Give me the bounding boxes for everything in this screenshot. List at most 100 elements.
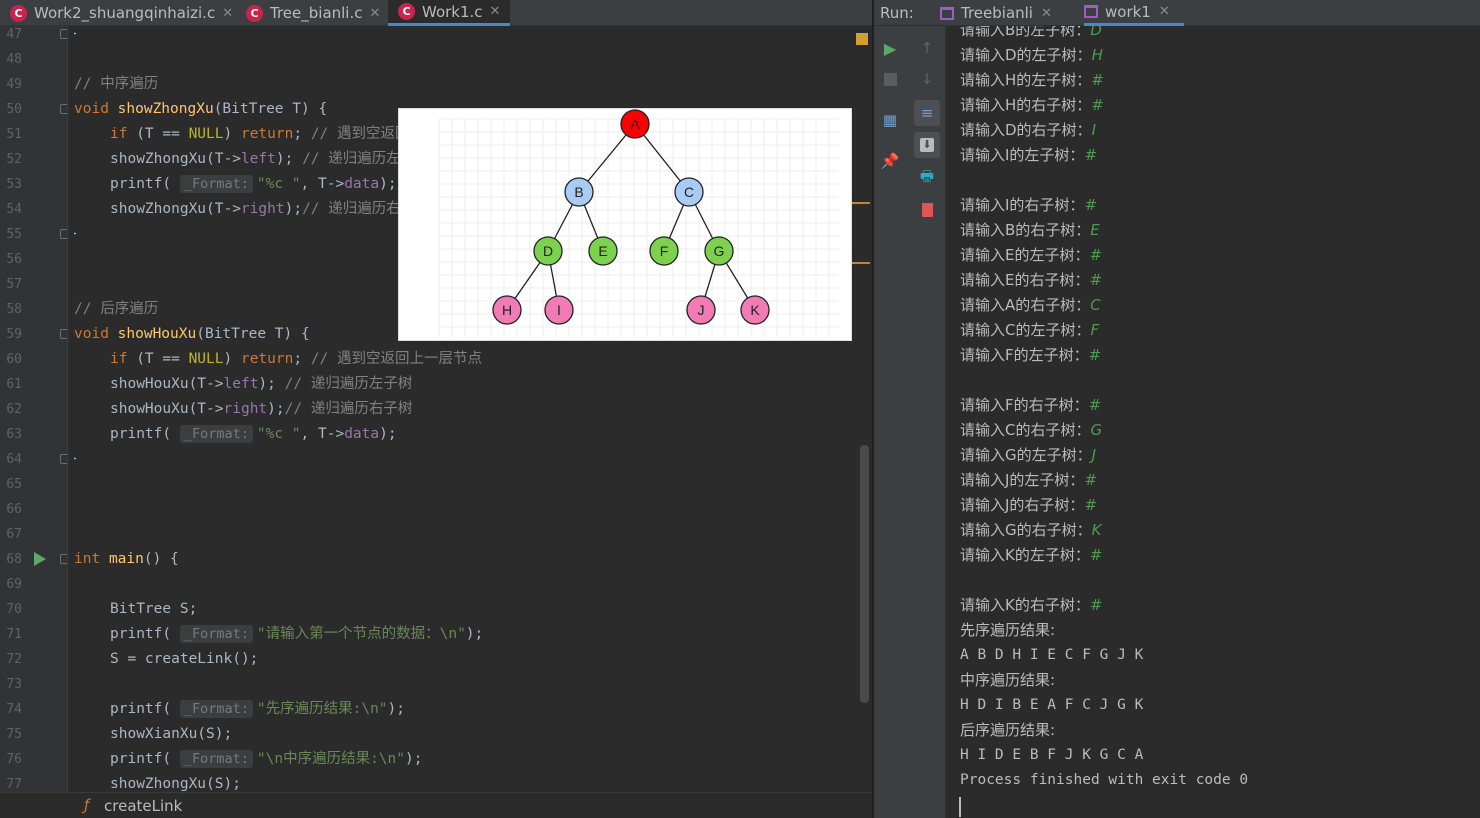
console-user-input: F xyxy=(1090,321,1100,339)
console-line: 请输入B的左子树：D xyxy=(960,26,1102,43)
close-icon[interactable]: ✕ xyxy=(370,6,381,21)
pin-icon[interactable]: 📌 xyxy=(877,148,903,174)
console-line: H D I B E A F C J G K xyxy=(960,693,1143,718)
close-icon[interactable]: ✕ xyxy=(490,4,501,19)
warning-marker[interactable] xyxy=(852,262,870,264)
warning-marker[interactable] xyxy=(852,202,870,204)
code-editor[interactable]: C Work2_shuangqinhaizi.c ✕ C Tree_bianli… xyxy=(0,0,872,818)
tree-node-label: G xyxy=(714,243,725,259)
console-text: 请输入C的左子树： xyxy=(960,321,1091,339)
console-line: 请输入I的左子树：# xyxy=(960,143,1097,168)
code-line: } xyxy=(74,26,78,47)
run-config-icon xyxy=(1084,5,1098,18)
console-line: 请输入D的左子树：H xyxy=(960,43,1103,68)
console-text: 请输入E的左子树： xyxy=(960,246,1090,264)
tab-work1[interactable]: C Work1.c ✕ xyxy=(388,0,510,26)
c-file-icon: C xyxy=(398,3,415,20)
run-tab-treebianli[interactable]: Treebianli ✕ xyxy=(940,0,1052,26)
scroll-to-end-icon[interactable]: ⬇ xyxy=(914,132,940,158)
fold-marker-icon[interactable] xyxy=(60,454,67,464)
console-text: 请输入H的左子树： xyxy=(960,71,1092,89)
tree-node-label: A xyxy=(630,116,640,132)
tab-label: Tree_bianli.c xyxy=(270,4,363,22)
line-number: 71 xyxy=(6,627,22,642)
console-line: 请输入K的左子树：# xyxy=(960,543,1102,568)
up-arrow-icon[interactable]: ↑ xyxy=(914,35,940,61)
console-user-input: C xyxy=(1090,296,1101,314)
code-line: if (T == NULL) return; // 遇到空返回上一层节点 xyxy=(110,351,483,367)
console-user-input: D xyxy=(1090,26,1102,39)
console-line: 请输入E的右子树：# xyxy=(960,268,1102,293)
console-line: 中序遍历结果: xyxy=(960,668,1055,693)
code-line: showZhongXu(T->right);// 递归遍历右子树 xyxy=(110,201,430,217)
print-icon[interactable]: 🖶 xyxy=(914,165,940,191)
console-text: 请输入J的左子树： xyxy=(960,471,1085,489)
console-line: 请输入G的左子树：J xyxy=(960,443,1096,468)
fold-marker-icon[interactable] xyxy=(60,29,67,39)
console-text: 请输入J的右子树： xyxy=(960,496,1085,514)
tree-node-label: J xyxy=(698,302,705,318)
run-icon[interactable]: ▶ xyxy=(877,35,903,61)
code-line: S = createLink(); xyxy=(110,651,259,667)
stop-icon[interactable] xyxy=(877,66,903,92)
breadcrumb-function[interactable]: createLink xyxy=(104,797,182,815)
console-text: 请输入B的左子树： xyxy=(960,26,1091,39)
line-number: 68 xyxy=(6,552,22,567)
run-gutter-icon[interactable] xyxy=(34,552,46,566)
line-number: 69 xyxy=(6,577,22,592)
line-number: 54 xyxy=(6,202,22,217)
code-line: printf( _Format: "\n中序遍历结果:\n"); xyxy=(110,750,423,768)
run-panel: Run: Treebianli ✕ work1 ✕ ▶ ↑ ↓ ▦ ≡ 📌 ⬇ … xyxy=(874,0,1480,818)
line-number: 59 xyxy=(6,327,22,342)
fold-marker-icon[interactable] xyxy=(60,229,67,239)
console-output[interactable]: 请输入B的左子树：D 请输入D的左子树：H 请输入H的左子树：# 请输入H的右子树：#… xyxy=(946,26,1480,818)
code-line: void showZhongXu(BitTree T) { xyxy=(74,101,328,117)
trash-icon[interactable] xyxy=(914,197,940,223)
line-number: 64 xyxy=(6,452,22,467)
close-icon[interactable]: ✕ xyxy=(1159,4,1170,19)
console-line: 请输入H的右子树：# xyxy=(960,93,1104,118)
code-line: printf( _Format: "请输入第一个节点的数据：\n"); xyxy=(110,625,484,643)
tab-work2[interactable]: C Work2_shuangqinhaizi.c ✕ xyxy=(0,0,236,26)
close-icon[interactable]: ✕ xyxy=(1041,6,1052,21)
tree-node-label: I xyxy=(557,302,561,318)
console-line: 请输入G的右子树：K xyxy=(960,518,1101,543)
line-number: 47 xyxy=(6,27,22,42)
console-user-input: J xyxy=(1091,446,1097,464)
console-text: Process finished with exit code 0 xyxy=(960,772,1249,788)
console-text: 先序遍历结果: xyxy=(960,621,1056,639)
vertical-scrollbar[interactable] xyxy=(860,445,869,703)
tree-node-label: E xyxy=(598,243,607,259)
tree-node-label: B xyxy=(574,184,583,200)
console-text: 请输入E的右子树： xyxy=(960,271,1090,289)
fold-marker-icon[interactable] xyxy=(60,104,67,114)
fold-marker-icon[interactable] xyxy=(60,554,67,564)
code-line: showZhongXu(S); xyxy=(110,776,241,792)
console-line: 请输入K的右子树：# xyxy=(960,593,1102,618)
line-number-gutter[interactable]: 47 48 49 50 51 52 53 54 55 56 57 58 59 60 61 62 63 64 65 66… xyxy=(0,26,68,792)
console-user-input: G xyxy=(1090,421,1103,439)
soft-wrap-icon[interactable]: ≡ xyxy=(914,100,940,126)
console-user-input: # xyxy=(1089,546,1103,564)
console-line: A B D H I E C F G J K xyxy=(960,643,1143,668)
line-number: 61 xyxy=(6,377,22,392)
console-text: 请输入C的右子树： xyxy=(960,421,1091,439)
console-text: 请输入F的右子树： xyxy=(960,396,1089,414)
run-tab-label: work1 xyxy=(1105,2,1151,21)
run-tab-work1[interactable]: work1 ✕ xyxy=(1084,0,1184,26)
layout-icon[interactable]: ▦ xyxy=(877,107,903,133)
line-number: 51 xyxy=(6,127,22,142)
console-user-input: I xyxy=(1091,121,1096,139)
fold-marker-icon[interactable] xyxy=(60,329,67,339)
console-text: 后序遍历结果: xyxy=(960,721,1056,739)
console-line: 请输入F的左子树：# xyxy=(960,343,1101,368)
tab-tree-bianli[interactable]: C Tree_bianli.c ✕ xyxy=(236,0,388,26)
console-text: 请输入I的右子树： xyxy=(960,196,1085,214)
line-number: 72 xyxy=(6,652,22,667)
down-arrow-icon[interactable]: ↓ xyxy=(914,66,940,92)
warning-indicator[interactable] xyxy=(856,33,868,45)
close-icon[interactable]: ✕ xyxy=(222,6,233,21)
code-line: showHouXu(T->left); // 递归遍历左子树 xyxy=(110,376,413,392)
line-number: 48 xyxy=(6,52,22,67)
console-text: 请输入B的右子树： xyxy=(960,221,1091,239)
